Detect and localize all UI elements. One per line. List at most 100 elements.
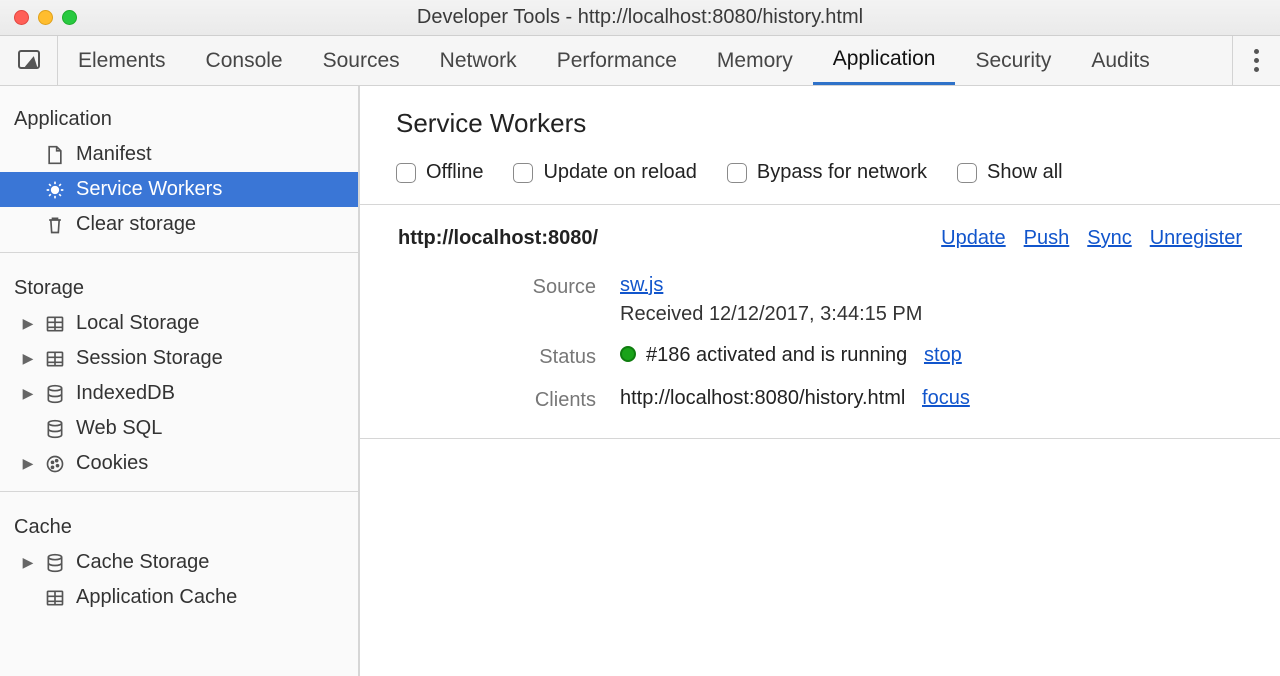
service-workers-toolbar: Offline Update on reload Bypass for netw… bbox=[396, 161, 1244, 184]
push-link[interactable]: Push bbox=[1024, 227, 1070, 250]
window-titlebar: Developer Tools - http://localhost:8080/… bbox=[0, 0, 1280, 36]
source-received-prefix: Received bbox=[620, 303, 709, 325]
file-icon bbox=[44, 144, 66, 166]
close-window-button[interactable] bbox=[14, 10, 29, 25]
bypass-for-network-checkbox-label: Bypass for network bbox=[757, 161, 927, 184]
separator bbox=[0, 491, 358, 492]
tab-memory[interactable]: Memory bbox=[697, 36, 813, 85]
sidebar-item-label: Local Storage bbox=[76, 312, 199, 335]
zoom-window-button[interactable] bbox=[62, 10, 77, 25]
sidebar-item-label: Session Storage bbox=[76, 347, 223, 370]
checkbox-icon bbox=[727, 163, 747, 183]
application-sidebar: ApplicationManifest Service Workers Clear … bbox=[0, 86, 360, 676]
sidebar-item-manifest[interactable]: Manifest bbox=[0, 137, 358, 172]
sidebar-item-clear-storage[interactable]: Clear storage bbox=[0, 207, 358, 242]
status-running-icon bbox=[620, 346, 636, 362]
unregister-link[interactable]: Unregister bbox=[1150, 227, 1242, 250]
sidebar-item-local-storage[interactable]: ▶ Local Storage bbox=[0, 306, 358, 341]
update-on-reload-checkbox-label: Update on reload bbox=[543, 161, 696, 184]
table-icon bbox=[44, 587, 66, 609]
tab-application[interactable]: Application bbox=[813, 36, 956, 85]
update-on-reload-checkbox[interactable]: Update on reload bbox=[513, 161, 696, 184]
db-icon bbox=[44, 418, 66, 440]
more-menu-button[interactable] bbox=[1232, 36, 1280, 85]
source-received-timestamp: 12/12/2017, 3:44:15 PM bbox=[709, 303, 923, 325]
inspect-icon bbox=[18, 50, 40, 72]
source-script-link[interactable]: sw.js bbox=[620, 274, 663, 296]
separator bbox=[0, 252, 358, 253]
window-title: Developer Tools - http://localhost:8080/… bbox=[0, 6, 1280, 29]
show-all-checkbox-label: Show all bbox=[987, 161, 1063, 184]
table-icon bbox=[44, 348, 66, 370]
offline-checkbox[interactable]: Offline bbox=[396, 161, 483, 184]
application-main: Service Workers Offline Update on reload… bbox=[360, 86, 1280, 676]
separator bbox=[360, 204, 1280, 205]
update-link[interactable]: Update bbox=[941, 227, 1006, 250]
status-text: #186 activated and is running bbox=[646, 344, 907, 366]
source-received: Received 12/12/2017, 3:44:15 PM bbox=[620, 303, 1244, 326]
status-label: Status bbox=[396, 344, 596, 369]
disclosure-triangle-icon[interactable]: ▶ bbox=[22, 385, 34, 402]
separator bbox=[360, 438, 1280, 439]
sidebar-item-label: Cache Storage bbox=[76, 551, 209, 574]
registration-actions: Update Push Sync Unregister bbox=[941, 227, 1242, 250]
stop-link[interactable]: stop bbox=[924, 344, 962, 366]
tab-network[interactable]: Network bbox=[420, 36, 537, 85]
devtools-tabs: ElementsConsoleSourcesNetworkPerformance… bbox=[58, 36, 1170, 85]
client-url: http://localhost:8080/history.html bbox=[620, 387, 905, 409]
devtools-toolbar: ElementsConsoleSourcesNetworkPerformance… bbox=[0, 36, 1280, 86]
sidebar-item-session-storage[interactable]: ▶ Session Storage bbox=[0, 341, 358, 376]
checkbox-icon bbox=[957, 163, 977, 183]
sidebar-item-label: Service Workers bbox=[76, 178, 222, 201]
sidebar-item-label: Web SQL bbox=[76, 417, 162, 440]
registration-details: Source sw.js Received 12/12/2017, 3:44:1… bbox=[396, 274, 1244, 412]
table-icon bbox=[44, 313, 66, 335]
sidebar-item-label: Application Cache bbox=[76, 586, 237, 609]
tab-sources[interactable]: Sources bbox=[303, 36, 420, 85]
registration-header: http://localhost:8080/ Update Push Sync … bbox=[396, 227, 1244, 250]
sidebar-item-cookies[interactable]: ▶ Cookies bbox=[0, 446, 358, 481]
disclosure-triangle-icon[interactable]: ▶ bbox=[22, 455, 34, 472]
sidebar-item-label: IndexedDB bbox=[76, 382, 175, 405]
sidebar-item-web-sql[interactable]: Web SQL bbox=[0, 411, 358, 446]
sidebar-group-header: Application bbox=[0, 94, 358, 137]
disclosure-triangle-icon[interactable]: ▶ bbox=[22, 554, 34, 571]
sidebar-item-service-workers[interactable]: Service Workers bbox=[0, 172, 358, 207]
cookie-icon bbox=[44, 453, 66, 475]
source-value: sw.js Received 12/12/2017, 3:44:15 PM bbox=[620, 274, 1244, 326]
kebab-icon bbox=[1254, 49, 1259, 72]
disclosure-triangle-icon[interactable]: ▶ bbox=[22, 350, 34, 367]
db-icon bbox=[44, 383, 66, 405]
sidebar-item-indexeddb[interactable]: ▶ IndexedDB bbox=[0, 376, 358, 411]
sidebar-item-application-cache[interactable]: Application Cache bbox=[0, 580, 358, 615]
tab-security[interactable]: Security bbox=[955, 36, 1071, 85]
minimize-window-button[interactable] bbox=[38, 10, 53, 25]
focus-link[interactable]: focus bbox=[922, 387, 970, 409]
disclosure-triangle-icon[interactable]: ▶ bbox=[22, 315, 34, 332]
inspect-element-button[interactable] bbox=[0, 36, 58, 85]
sidebar-group-header: Cache bbox=[0, 502, 358, 545]
status-value: #186 activated and is running stop bbox=[620, 344, 1244, 369]
source-label: Source bbox=[396, 274, 596, 326]
bypass-for-network-checkbox[interactable]: Bypass for network bbox=[727, 161, 927, 184]
show-all-checkbox[interactable]: Show all bbox=[957, 161, 1063, 184]
db-icon bbox=[44, 552, 66, 574]
gear-icon bbox=[44, 179, 66, 201]
clients-label: Clients bbox=[396, 387, 596, 412]
sidebar-item-cache-storage[interactable]: ▶ Cache Storage bbox=[0, 545, 358, 580]
window-controls bbox=[0, 10, 77, 25]
tab-performance[interactable]: Performance bbox=[537, 36, 697, 85]
registration-scope: http://localhost:8080/ bbox=[398, 227, 598, 250]
tab-audits[interactable]: Audits bbox=[1071, 36, 1169, 85]
panel-title: Service Workers bbox=[396, 108, 1244, 139]
trash-icon bbox=[44, 214, 66, 236]
sidebar-item-label: Cookies bbox=[76, 452, 148, 475]
sidebar-group-header: Storage bbox=[0, 263, 358, 306]
offline-checkbox-label: Offline bbox=[426, 161, 483, 184]
tab-elements[interactable]: Elements bbox=[58, 36, 186, 85]
tab-console[interactable]: Console bbox=[186, 36, 303, 85]
clients-value: http://localhost:8080/history.html focus bbox=[620, 387, 1244, 412]
checkbox-icon bbox=[513, 163, 533, 183]
checkbox-icon bbox=[396, 163, 416, 183]
sync-link[interactable]: Sync bbox=[1087, 227, 1131, 250]
